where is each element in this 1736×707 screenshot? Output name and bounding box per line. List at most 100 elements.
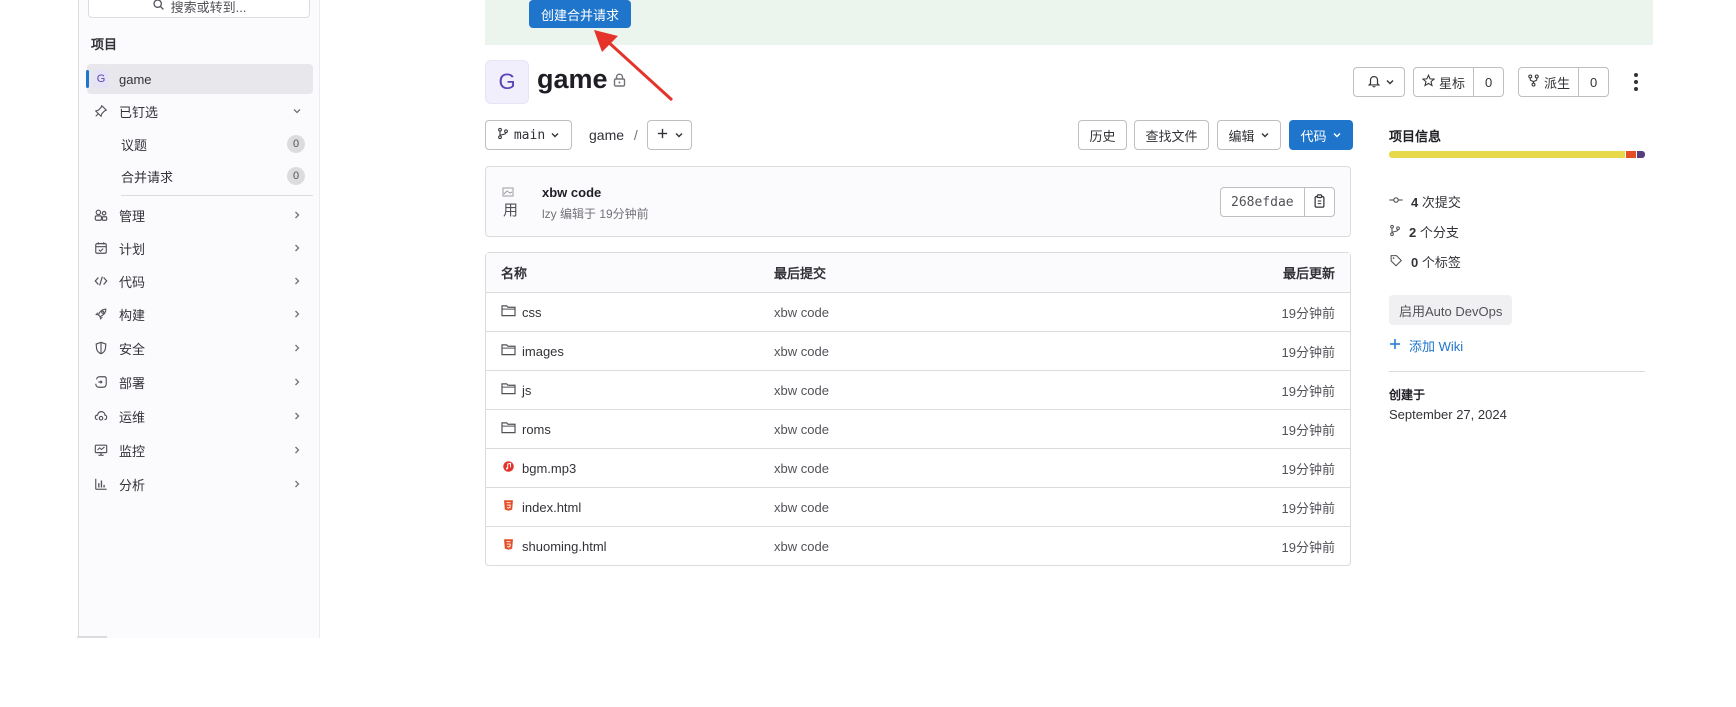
table-row[interactable]: index.html xbw code 19分钟前: [486, 487, 1350, 526]
commit-title-link[interactable]: xbw code: [542, 185, 601, 200]
star-button-group: 星标 0: [1413, 67, 1505, 97]
branch-icon: [1389, 224, 1401, 240]
column-header-last-commit: 最后提交: [774, 266, 827, 281]
chevron-right-icon: [289, 273, 305, 289]
calendar-icon: [93, 240, 109, 256]
sidebar-item-manage[interactable]: 管理: [87, 200, 313, 230]
last-commit-link[interactable]: xbw code: [774, 422, 1174, 437]
sidebar-item-pinned[interactable]: 已钉选: [87, 96, 313, 126]
star-button[interactable]: 星标: [1414, 68, 1473, 96]
breadcrumb-separator: /: [633, 127, 638, 143]
add-wiki-label: 添加 Wiki: [1409, 339, 1464, 354]
tag-icon: [1389, 254, 1403, 270]
commit-author-avatar[interactable]: 用: [502, 187, 526, 219]
commit-sha-link[interactable]: 268efdae: [1221, 188, 1304, 216]
last-commit-link[interactable]: xbw code: [774, 344, 1174, 359]
rocket-icon: [93, 306, 109, 322]
repository-language-bar[interactable]: [1389, 151, 1645, 158]
find-file-button[interactable]: 查找文件: [1134, 120, 1209, 150]
project-sidebar: 搜索或转到... 项目 G game 已钉选 议题 0 合并请求 0 管理 计划: [78, 0, 320, 638]
add-wiki-link[interactable]: 添加 Wiki: [1389, 336, 1463, 355]
last-commit-link[interactable]: xbw code: [774, 461, 1174, 476]
file-name-link[interactable]: bgm.mp3: [522, 461, 576, 476]
table-row[interactable]: images xbw code 19分钟前: [486, 331, 1350, 370]
sidebar-bottom-edge: [77, 636, 107, 638]
cloud-gear-icon: [93, 408, 109, 424]
add-to-tree-button[interactable]: [647, 120, 692, 150]
file-name-link[interactable]: roms: [522, 422, 551, 437]
edit-label: 编辑: [1228, 128, 1255, 144]
language-bar-segment[interactable]: [1626, 151, 1637, 158]
edit-dropdown-button[interactable]: 编辑: [1217, 120, 1281, 150]
plus-icon: [1389, 338, 1401, 353]
commit-icon: [1389, 194, 1403, 209]
history-button[interactable]: 历史: [1078, 120, 1127, 150]
sidebar-item-project[interactable]: G game: [86, 64, 313, 94]
enable-auto-devops-button[interactable]: 启用Auto DevOps: [1389, 295, 1513, 325]
sidebar-item-label: 安全: [119, 341, 146, 357]
branches-label: 个分支: [1419, 225, 1459, 240]
sidebar-item-label: 运维: [119, 409, 146, 425]
table-row[interactable]: js xbw code 19分钟前: [486, 370, 1350, 409]
sidebar-item-build[interactable]: 构建: [87, 299, 313, 329]
sidebar-item-monitor[interactable]: 监控: [87, 435, 313, 465]
sidebar-item-operate[interactable]: 运维: [87, 401, 313, 431]
last-commit-link[interactable]: xbw code: [774, 305, 1174, 320]
search-or-goto-button[interactable]: 搜索或转到...: [88, 0, 310, 18]
star-count[interactable]: 0: [1474, 68, 1503, 96]
column-header-name: 名称: [501, 266, 528, 281]
star-label: 星标: [1439, 75, 1466, 91]
language-bar-segment[interactable]: [1637, 151, 1645, 158]
copy-sha-button[interactable]: [1303, 188, 1334, 216]
table-row[interactable]: roms xbw code 19分钟前: [486, 409, 1350, 448]
chevron-down-icon: [289, 103, 305, 119]
table-row[interactable]: bgm.mp3 xbw code 19分钟前: [486, 448, 1350, 487]
code-dropdown-button[interactable]: 代码: [1289, 120, 1353, 150]
table-row[interactable]: css xbw code 19分钟前: [486, 292, 1350, 331]
sidebar-subitem-merge-requests[interactable]: 合并请求 0: [87, 161, 313, 191]
table-row[interactable]: shuoming.html xbw code 19分钟前: [486, 526, 1350, 565]
file-name-link[interactable]: images: [522, 344, 564, 359]
file-name-link[interactable]: css: [522, 305, 542, 320]
language-bar-segment[interactable]: [1389, 151, 1626, 158]
created-on-label: 创建于: [1389, 388, 1426, 402]
sidebar-item-security[interactable]: 安全: [87, 333, 313, 363]
chevron-right-icon: [289, 340, 305, 356]
project-avatar-icon: G: [93, 70, 109, 88]
plus-icon: [656, 127, 669, 143]
fork-count[interactable]: 0: [1579, 68, 1608, 96]
sidebar-item-plan[interactable]: 计划: [87, 233, 313, 263]
commits-stat-link[interactable]: 4 次提交: [1389, 192, 1461, 211]
more-actions-icon[interactable]: [1628, 70, 1644, 94]
create-merge-request-button[interactable]: 创建合并请求: [529, 0, 631, 28]
issues-count-badge: 0: [287, 135, 305, 153]
fork-button-group: 派生 0: [1518, 67, 1610, 97]
file-name-link[interactable]: js: [522, 383, 531, 398]
chart-icon: [93, 476, 109, 492]
last-commit-link[interactable]: xbw code: [774, 539, 1174, 554]
last-commit-link[interactable]: xbw code: [774, 500, 1174, 515]
lock-icon: [613, 73, 626, 90]
notification-settings-button[interactable]: [1353, 67, 1405, 97]
sidebar-item-deploy[interactable]: 部署: [87, 367, 313, 397]
sidebar-item-label: 计划: [119, 241, 146, 257]
sidebar-item-code[interactable]: 代码: [87, 266, 313, 296]
chevron-down-icon: [674, 128, 684, 143]
tags-stat-link[interactable]: 0 个标签: [1389, 252, 1461, 271]
tags-label: 个标签: [1421, 255, 1461, 270]
last-commit-panel: 用 xbw code lzy 编辑于 19分钟前 268efdae: [485, 166, 1351, 237]
page-title: game: [537, 64, 608, 94]
file-name-link[interactable]: shuoming.html: [522, 539, 607, 554]
chevron-right-icon: [289, 207, 305, 223]
branches-stat-link[interactable]: 2 个分支: [1389, 222, 1459, 241]
fork-button[interactable]: 派生: [1519, 68, 1578, 96]
sidebar-subitem-issues[interactable]: 议题 0: [87, 129, 313, 159]
last-update-time: 19分钟前: [1281, 383, 1335, 399]
sidebar-item-analyze[interactable]: 分析: [87, 469, 313, 499]
last-commit-link[interactable]: xbw code: [774, 383, 1174, 398]
column-header-last-update: 最后更新: [1282, 266, 1335, 281]
branch-selector[interactable]: main: [485, 120, 572, 150]
file-name-link[interactable]: index.html: [522, 500, 581, 515]
sidebar-subitem-label: 议题: [121, 137, 148, 153]
breadcrumb-project-link[interactable]: game: [589, 127, 624, 143]
